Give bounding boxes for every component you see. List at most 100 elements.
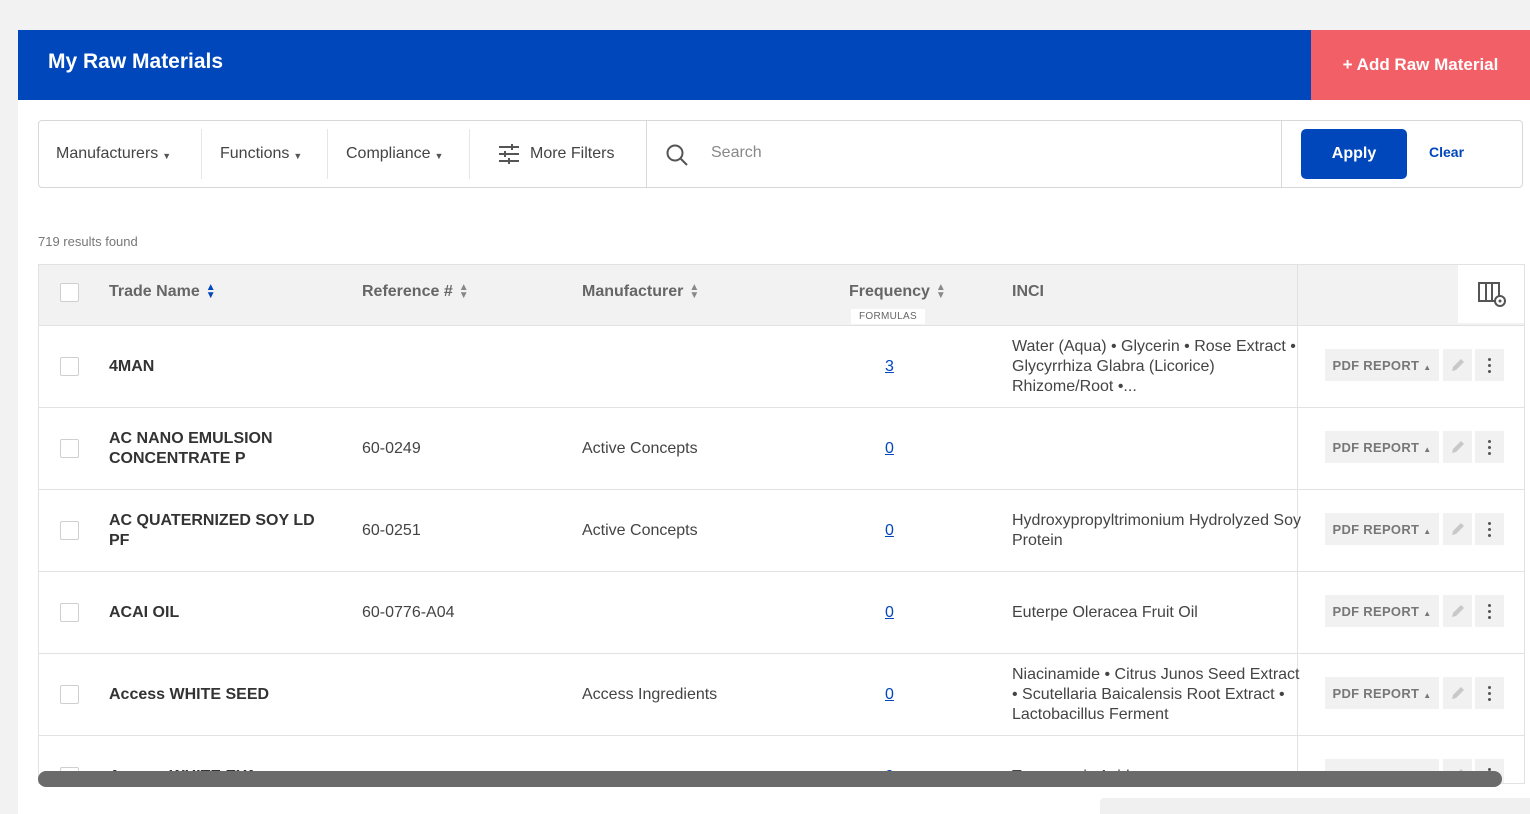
clear-button[interactable]: Clear	[1429, 144, 1464, 160]
trade-name: AC NANO EMULSION CONCENTRATE P	[109, 430, 273, 467]
caret-up-icon: ▲	[1423, 444, 1432, 454]
results-count: 719 results found	[38, 234, 138, 249]
column-label: Manufacturer	[582, 283, 684, 300]
frequency-link[interactable]: 0	[885, 603, 894, 623]
raw-materials-table: Trade Name ▲ ▼ Reference # ▲ ▼ Manufacture…	[38, 264, 1525, 784]
page-header: My Raw Materials + Add Raw Material	[18, 30, 1530, 100]
edit-button[interactable]	[1443, 431, 1472, 463]
kebab-menu-icon	[1488, 357, 1491, 373]
column-header-inci: INCI	[1012, 283, 1044, 301]
functions-filter[interactable]: Functions ▼	[220, 121, 302, 187]
column-label: Trade Name	[109, 283, 200, 300]
trade-name: AC QUATERNIZED SOY LD PF	[109, 512, 315, 549]
column-header-frequency[interactable]: Frequency ▲ ▼	[849, 283, 946, 301]
bottom-panel	[1100, 798, 1530, 814]
column-label: INCI	[1012, 283, 1044, 300]
page-title: My Raw Materials	[48, 50, 224, 73]
divider	[469, 129, 470, 179]
search-icon	[666, 144, 688, 166]
more-filters-button[interactable]: More Filters	[497, 121, 614, 187]
pencil-icon	[1451, 523, 1464, 535]
chevron-down-icon: ▼	[162, 151, 172, 161]
trade-name: ACAI OIL	[109, 604, 180, 621]
manufacturer-name: Active Concepts	[582, 522, 698, 539]
column-label: Frequency	[849, 283, 930, 300]
edit-button[interactable]	[1443, 349, 1472, 381]
inci-text: Water (Aqua) • Glycerin • Rose Extract •…	[1012, 338, 1296, 395]
sort-icon: ▲ ▼	[205, 282, 216, 301]
table-row[interactable]: ACAI OIL 60-0776-A04 0 Euterpe Oleracea Fru…	[39, 572, 1524, 654]
row-checkbox[interactable]	[60, 439, 79, 458]
pencil-icon	[1451, 359, 1464, 371]
pencil-icon	[1451, 605, 1464, 617]
frequency-link[interactable]: 0	[885, 685, 894, 705]
reference-number: 60-0251	[362, 522, 421, 539]
column-header-reference[interactable]: Reference # ▲ ▼	[362, 283, 469, 301]
frequency-subtitle: FORMULAS	[851, 309, 925, 324]
table-row[interactable]: AC NANO EMULSION CONCENTRATE P 60-0249 Act…	[39, 408, 1524, 490]
row-checkbox[interactable]	[60, 357, 79, 376]
column-settings-icon[interactable]	[1478, 281, 1508, 309]
page-panel: My Raw Materials + Add Raw Material Manu…	[18, 30, 1530, 814]
more-options-button[interactable]	[1475, 595, 1504, 627]
sliders-icon	[499, 144, 519, 164]
pdf-report-label: PDF REPORT	[1332, 439, 1420, 455]
column-header-manufacturer[interactable]: Manufacturer ▲ ▼	[582, 283, 699, 301]
frequency-link[interactable]: 3	[885, 357, 894, 377]
pdf-report-button[interactable]: PDF REPORT▲	[1325, 349, 1439, 381]
pdf-report-button[interactable]: PDF REPORT▲	[1325, 513, 1439, 545]
table-row[interactable]: AC QUATERNIZED SOY LD PF 60-0251 Active Co…	[39, 490, 1524, 572]
more-options-button[interactable]	[1475, 431, 1504, 463]
row-checkbox[interactable]	[60, 685, 79, 704]
column-settings-cell	[1458, 265, 1524, 323]
sort-icon: ▲ ▼	[458, 282, 469, 301]
search-box	[646, 121, 1282, 187]
functions-filter-label: Functions	[220, 145, 290, 162]
table-row[interactable]: 4MAN 3 Water (Aqua) • Glycerin • Rose Extr…	[39, 326, 1524, 408]
row-checkbox[interactable]	[60, 603, 79, 622]
more-filters-label: More Filters	[530, 145, 615, 162]
chevron-down-icon: ▼	[293, 151, 303, 161]
manufacturer-name: Active Concepts	[582, 440, 698, 457]
caret-up-icon: ▲	[1423, 526, 1432, 536]
add-raw-material-button[interactable]: + Add Raw Material	[1311, 30, 1530, 100]
more-options-button[interactable]	[1475, 349, 1504, 381]
column-header-trade-name[interactable]: Trade Name ▲ ▼	[109, 283, 216, 301]
pdf-report-label: PDF REPORT	[1332, 521, 1420, 537]
divider	[327, 129, 328, 179]
compliance-filter-label: Compliance	[346, 145, 431, 162]
sort-icon: ▲ ▼	[689, 282, 700, 301]
chevron-down-icon: ▼	[434, 151, 444, 161]
manufacturer-name: Access Ingredients	[582, 686, 718, 703]
edit-button[interactable]	[1443, 677, 1472, 709]
pdf-report-label: PDF REPORT	[1332, 603, 1420, 619]
select-all-checkbox[interactable]	[60, 283, 79, 302]
column-label: Reference #	[362, 283, 453, 300]
edit-button[interactable]	[1443, 513, 1472, 545]
search-input[interactable]	[711, 138, 1251, 168]
pencil-icon	[1451, 687, 1464, 699]
pdf-report-button[interactable]: PDF REPORT▲	[1325, 431, 1439, 463]
pdf-report-button[interactable]: PDF REPORT▲	[1325, 677, 1439, 709]
frequency-link[interactable]: 0	[885, 439, 894, 459]
more-options-button[interactable]	[1475, 513, 1504, 545]
edit-button[interactable]	[1443, 595, 1472, 627]
frequency-link[interactable]: 0	[885, 521, 894, 541]
pdf-report-label: PDF REPORT	[1332, 357, 1420, 373]
inci-text: Niacinamide • Citrus Junos Seed Extract …	[1012, 666, 1300, 723]
manufacturers-filter[interactable]: Manufacturers ▼	[56, 121, 171, 187]
kebab-menu-icon	[1488, 685, 1491, 701]
table-row[interactable]: Access WHITE SEED Access Ingredients 0 Niac…	[39, 654, 1524, 736]
reference-number: 60-0249	[362, 440, 421, 457]
inci-text: Euterpe Oleracea Fruit Oil	[1012, 604, 1198, 621]
apply-button[interactable]: Apply	[1301, 129, 1407, 179]
caret-up-icon: ▲	[1423, 690, 1432, 700]
horizontal-scrollbar[interactable]	[38, 771, 1502, 787]
pdf-report-button[interactable]: PDF REPORT▲	[1325, 595, 1439, 627]
more-options-button[interactable]	[1475, 677, 1504, 709]
compliance-filter[interactable]: Compliance ▼	[346, 121, 443, 187]
pencil-icon	[1451, 441, 1464, 453]
row-checkbox[interactable]	[60, 521, 79, 540]
sort-icon: ▲ ▼	[935, 282, 946, 301]
kebab-menu-icon	[1488, 439, 1491, 455]
